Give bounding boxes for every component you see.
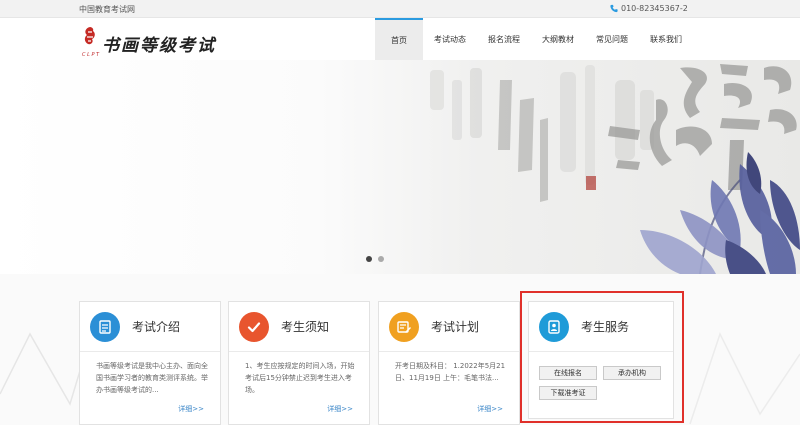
logo-seal-icon [84,27,95,45]
phone-contact: 010-82345367-2 [610,4,688,13]
logo-subtitle: C L P T [82,52,100,58]
card-title: 考生须知 [281,320,330,334]
card-more-link[interactable]: 详细>> [327,404,353,414]
calendar-edit-icon [389,311,419,342]
card-more-link[interactable]: 详细>> [477,404,503,414]
phone-number: 010-82345367-2 [621,4,688,13]
card-text: 开考日期及科目： 1.2022年5月21日、11月19日 上午：毛笔书法... [395,362,506,382]
card-text: 书画等级考试是我中心主办、面向全国书画学习者的教育类测评系统。举办书画等级考试的… [96,362,208,394]
calligraphy-lotus-artwork [430,64,800,274]
document-icon [90,311,120,342]
card-title: 考试介绍 [132,320,181,334]
card-text: 1、考生应按规定的时间入场，开始考试后15分钟禁止迟到考生进入考场。 [245,362,355,394]
carousel-dot-2[interactable] [378,256,384,262]
card-exam-intro: 考试介绍 书画等级考试是我中心主办、面向全国书画学习者的教育类测评系统。举办书画… [79,301,221,425]
carousel-dot-1[interactable] [366,256,372,262]
nav-item-syllabus[interactable]: 大纲教材 [531,18,585,60]
card-more-link[interactable]: 详细>> [178,404,204,414]
checkmark-icon [239,311,269,342]
nav-item-contact[interactable]: 联系我们 [639,18,693,60]
card-candidate-notice: 考生须知 1、考生应按规定的时间入场，开始考试后15分钟禁止迟到考生进入考场。 … [228,301,370,425]
card-header: 考生须知 [229,302,369,352]
site-name-link[interactable]: 中国教育考试网 [79,4,135,15]
header: 书画等级考试 C L P T 首页 考试动态 报名流程 大纲教材 常见问题 联系… [0,18,800,60]
card-exam-plan: 考试计划 开考日期及科目： 1.2022年5月21日、11月19日 上午：毛笔书… [378,301,520,425]
card-title: 考试计划 [431,320,480,334]
nav-item-faq[interactable]: 常见问题 [585,18,639,60]
hero-banner [0,60,800,274]
phone-icon [610,4,618,13]
card-header: 考试介绍 [80,302,220,352]
top-bar: 中国教育考试网 010-82345367-2 [0,0,800,18]
nav-item-registration-process[interactable]: 报名流程 [477,18,531,60]
main-nav: 首页 考试动态 报名流程 大纲教材 常见问题 联系我们 [375,18,693,60]
carousel-dots [366,256,384,262]
card-header: 考试计划 [379,302,519,352]
nav-item-home[interactable]: 首页 [375,18,423,60]
nav-item-exam-news[interactable]: 考试动态 [423,18,477,60]
logo-title: 书画等级考试 [102,36,216,56]
highlight-frame [520,291,684,423]
site-logo[interactable]: 书画等级考试 C L P T [82,26,216,58]
